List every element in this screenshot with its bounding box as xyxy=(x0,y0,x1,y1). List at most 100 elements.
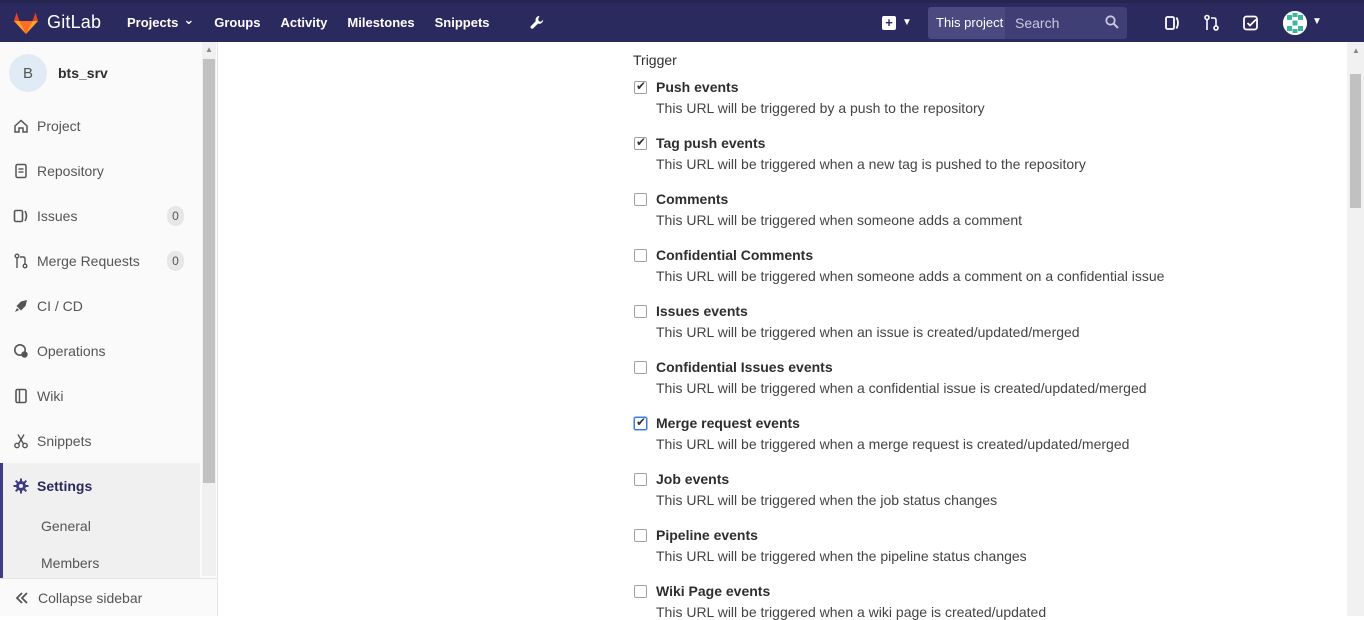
trigger-checkbox[interactable] xyxy=(634,529,647,542)
sidebar-project-header[interactable]: B bts_srv xyxy=(9,54,108,92)
brand-link[interactable]: GitLab xyxy=(13,11,121,35)
sidebar-item-label: Project xyxy=(37,117,81,134)
trigger-description: This URL will be triggered when a wiki p… xyxy=(656,604,1047,620)
home-icon xyxy=(14,118,28,133)
gear-icon xyxy=(13,478,29,493)
sidebar-item-label: Snippets xyxy=(37,432,92,449)
sidebar-item-merge-requests[interactable]: Merge Requests 0 xyxy=(0,238,200,283)
trigger-checkbox[interactable] xyxy=(634,193,647,206)
todos-nav-icon[interactable] xyxy=(1242,14,1260,32)
trigger-checkbox[interactable]: ✔ xyxy=(634,135,647,150)
collapse-sidebar-button[interactable]: Collapse sidebar xyxy=(0,578,217,616)
count-badge: 0 xyxy=(167,250,184,271)
search-scope-badge[interactable]: This project xyxy=(928,7,1005,39)
sidebar-item-label: Operations xyxy=(37,342,106,359)
sidebar-item-ci-cd[interactable]: CI / CD xyxy=(0,283,200,328)
collapse-sidebar-label: Collapse sidebar xyxy=(38,589,143,606)
sidebar-item-label: Issues xyxy=(37,207,78,224)
trigger-title[interactable]: Issues events xyxy=(656,303,748,319)
nav-link-label: Activity xyxy=(280,15,328,30)
trigger-title[interactable]: Confidential Issues events xyxy=(656,359,833,375)
nav-link-label: Projects xyxy=(127,15,179,30)
trigger-title[interactable]: Push events xyxy=(656,79,738,95)
page-scrollbar-thumb[interactable] xyxy=(1350,74,1361,208)
trigger-description: This URL will be triggered when the pipe… xyxy=(656,548,1027,564)
trigger-description: This URL will be triggered by a push to … xyxy=(656,100,985,116)
rocket-icon xyxy=(15,299,27,312)
nav-link-activity[interactable]: Activity xyxy=(280,15,327,30)
gitlab-logo-icon xyxy=(14,12,38,34)
sidebar-subitem-general[interactable]: General xyxy=(0,508,200,545)
trigger-description: This URL will be triggered when a merge … xyxy=(656,436,1130,452)
merge-request-nav-icon[interactable] xyxy=(1203,14,1221,32)
page-scroll-up-arrow-icon[interactable]: ▲ xyxy=(1352,46,1360,55)
search-box xyxy=(1005,7,1127,39)
sidebar-item-repository[interactable]: Repository xyxy=(0,148,200,193)
operations-icon xyxy=(14,343,28,358)
trigger-title[interactable]: Wiki Page events xyxy=(656,583,770,599)
trigger-checkbox[interactable]: ✔ xyxy=(634,415,647,430)
sidebar-item-operations[interactable]: Operations xyxy=(0,328,200,373)
nav-link-groups[interactable]: Groups xyxy=(214,15,260,30)
nav-links: Projects ⌄ Groups Activity Milestones Snippet… xyxy=(127,11,510,31)
nav-link-snippets[interactable]: Snippets xyxy=(435,15,490,30)
trigger-description: This URL will be triggered when someone … xyxy=(656,268,1165,284)
double-chevron-left-icon xyxy=(15,591,28,604)
main-content: Trigger ✔ Push events This URL will be tri… xyxy=(218,42,1346,620)
trigger-title[interactable]: Tag push events xyxy=(656,135,765,151)
document-icon xyxy=(15,163,27,178)
trigger-title[interactable]: Confidential Comments xyxy=(656,247,813,263)
trigger-title[interactable]: Comments xyxy=(656,191,728,207)
sidebar-item-label: CI / CD xyxy=(37,297,83,314)
trigger-title[interactable]: Merge request events xyxy=(656,415,800,431)
trigger-section-label: Trigger xyxy=(633,52,677,68)
avatar-chevron-down-icon[interactable]: ▼ xyxy=(1312,16,1322,27)
trigger-checkbox[interactable] xyxy=(634,473,647,486)
trigger-description: This URL will be triggered when the job … xyxy=(656,492,998,508)
checkmark-icon: ✔ xyxy=(636,79,647,93)
trigger-checkbox[interactable] xyxy=(634,361,647,374)
new-plus-icon[interactable]: + xyxy=(882,15,896,30)
nav-link-label: Milestones xyxy=(347,15,415,30)
brand-name: GitLab xyxy=(47,12,102,32)
search-icon[interactable] xyxy=(1105,15,1119,29)
issues-icon xyxy=(13,209,28,222)
sidebar-item-settings[interactable]: Settings xyxy=(0,463,200,508)
trigger-title[interactable]: Job events xyxy=(656,471,729,487)
trigger-description: This URL will be triggered when an issue… xyxy=(656,324,1080,340)
top-navbar: GitLab Projects ⌄ Groups Activity Milestones… xyxy=(0,0,1364,42)
sidebar-scrollbar-thumb[interactable] xyxy=(203,59,215,483)
page-scrollbar[interactable]: ▲ xyxy=(1347,42,1364,616)
wrench-icon[interactable] xyxy=(528,14,546,32)
identicon-icon xyxy=(1283,11,1307,35)
sidebar-item-project[interactable]: Project xyxy=(0,103,200,148)
sidebar-item-label: Wiki xyxy=(37,387,64,404)
nav-link-projects[interactable]: Projects ⌄ xyxy=(127,11,195,31)
book-icon xyxy=(15,388,27,403)
count-badge: 0 xyxy=(167,205,184,226)
search-form: This project xyxy=(928,7,1127,39)
chevron-down-icon: ⌄ xyxy=(183,11,195,27)
sidebar-scrollbar[interactable]: ▲ xyxy=(202,42,216,576)
checkmark-icon: ✔ xyxy=(636,415,647,429)
trigger-description: This URL will be triggered when a new ta… xyxy=(656,156,1086,172)
checkmark-icon: ✔ xyxy=(636,135,647,149)
trigger-checkbox[interactable] xyxy=(634,585,647,598)
user-avatar[interactable] xyxy=(1283,11,1307,35)
sidebar-item-wiki[interactable]: Wiki xyxy=(0,373,200,418)
issues-nav-icon[interactable] xyxy=(1164,14,1182,32)
trigger-checkbox[interactable] xyxy=(634,249,647,262)
sidebar-item-snippets[interactable]: Snippets xyxy=(0,418,200,463)
sidebar-item-label: Settings xyxy=(37,477,93,494)
trigger-checkbox[interactable]: ✔ xyxy=(634,79,647,94)
nav-link-milestones[interactable]: Milestones xyxy=(347,15,414,30)
scroll-up-arrow-icon[interactable]: ▲ xyxy=(205,45,213,54)
chevron-down-icon[interactable]: ▼ xyxy=(902,17,912,28)
nav-right: + ▼ This project Search ▼ xyxy=(880,3,1322,42)
sidebar-subitem-members[interactable]: Members xyxy=(0,545,200,582)
sidebar-item-issues[interactable]: Issues 0 xyxy=(0,193,200,238)
trigger-checkbox[interactable] xyxy=(634,305,647,318)
trigger-description: This URL will be triggered when a confid… xyxy=(656,380,1147,396)
nav-link-label: Snippets xyxy=(434,15,490,30)
trigger-title[interactable]: Pipeline events xyxy=(656,527,758,543)
